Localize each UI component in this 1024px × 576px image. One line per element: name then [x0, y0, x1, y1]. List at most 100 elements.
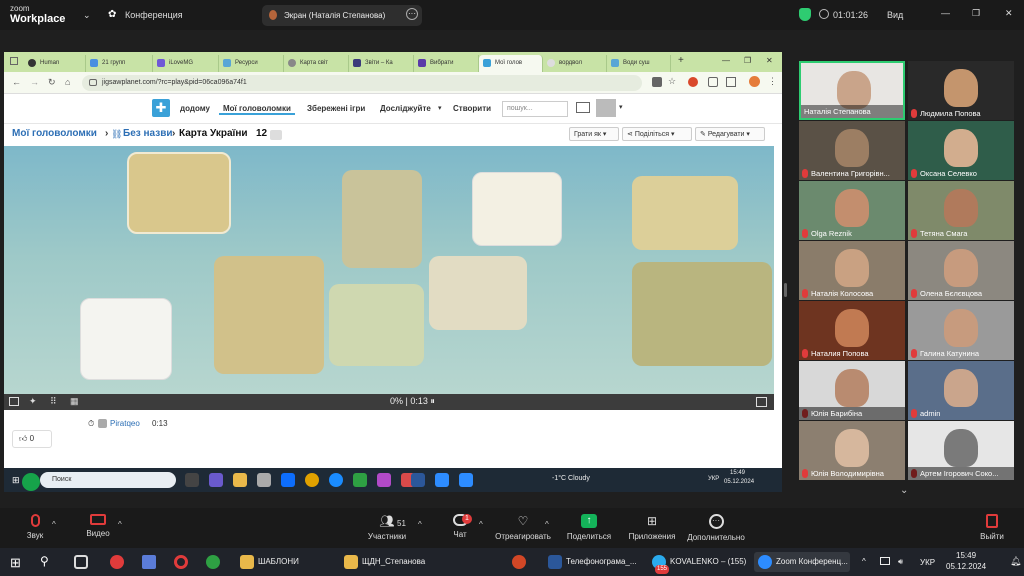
translate-icon[interactable]	[652, 77, 662, 87]
puzzle-piece[interactable]	[127, 152, 231, 234]
browser-tab[interactable]: iLoveMG	[153, 55, 219, 72]
site-info-icon[interactable]	[89, 79, 97, 86]
audio-options-icon[interactable]: ^	[52, 520, 56, 529]
app-icon[interactable]	[110, 555, 124, 569]
participant-tile[interactable]: Olga Reznik	[799, 181, 905, 240]
browser-tab[interactable]: 21 групп	[86, 55, 153, 72]
like-button[interactable]: 👍︎ 0	[12, 430, 52, 448]
input-language[interactable]: УКР	[708, 476, 719, 482]
taskbar-app[interactable]: Телефонограма_...	[544, 552, 640, 572]
security-shield-icon[interactable]	[799, 8, 811, 21]
sidebar-icon[interactable]	[726, 77, 736, 87]
url-input[interactable]: jigsawplanet.com/?rc=play&pid=06ca096a74…	[82, 75, 642, 91]
edge-pieces-icon[interactable]: ▦	[70, 396, 79, 407]
more-button[interactable]: ··· Дополнительно	[686, 514, 746, 542]
react-options-icon[interactable]: ^	[545, 520, 549, 529]
video-options-icon[interactable]: ^	[118, 520, 122, 529]
browser-tab[interactable]: Ресурси	[219, 55, 284, 72]
minimize-icon[interactable]: —	[941, 8, 950, 18]
play-as-button[interactable]: Грати як ▾	[569, 127, 619, 141]
window-close-icon[interactable]: ✕	[766, 56, 773, 65]
browser-tab[interactable]: Карта світ	[284, 55, 349, 72]
notifications-icon[interactable]: 🔔︎	[1010, 556, 1021, 567]
pause-icon[interactable]: ⏸	[430, 396, 435, 406]
participant-tile[interactable]: Тетяна Смага	[908, 181, 1014, 240]
viber-icon[interactable]	[377, 473, 391, 487]
arrange-pieces-icon[interactable]: ⠿	[50, 396, 57, 407]
taskbar-app[interactable]: ЩДН_Степанова	[340, 552, 460, 572]
participant-tile[interactable]: Наталія Колосова	[799, 241, 905, 300]
user-avatar[interactable]	[596, 99, 616, 117]
view-button[interactable]: Вид	[887, 10, 903, 20]
browser-tab[interactable]: Вибрати	[414, 55, 479, 72]
browser-menu-icon[interactable]: ⋮	[768, 76, 777, 87]
puzzle-piece[interactable]	[329, 284, 424, 366]
panel-resize-handle[interactable]	[784, 283, 787, 297]
preview-image-icon[interactable]	[9, 397, 19, 406]
participant-tile-active[interactable]: Наталія Степанова	[799, 61, 905, 120]
participant-tile[interactable]: Оксана Селевко	[908, 121, 1014, 180]
react-button[interactable]: ♡ Отреагировать	[494, 514, 552, 541]
bookmark-star-icon[interactable]: ☆	[668, 76, 676, 87]
outlook-icon[interactable]	[281, 473, 295, 487]
word-icon[interactable]	[411, 473, 425, 487]
pen-annotation-icon[interactable]	[22, 473, 40, 491]
task-view-icon[interactable]	[185, 473, 199, 487]
taskbar-search[interactable]: Поиск	[40, 472, 176, 488]
participant-tile[interactable]: Валентина Григорівн...	[799, 121, 905, 180]
copilot-icon[interactable]	[209, 473, 223, 487]
participants-options-icon[interactable]: ^	[418, 520, 422, 529]
reload-icon[interactable]: ↻	[48, 77, 56, 88]
zoom-meeting-icon[interactable]	[459, 473, 473, 487]
puzzle-piece[interactable]	[632, 176, 738, 250]
puzzle-piece[interactable]	[632, 262, 772, 366]
video-button[interactable]: Видео	[84, 514, 112, 538]
chrome-icon[interactable]	[305, 473, 319, 487]
puzzle-piece[interactable]	[214, 256, 324, 374]
nav-my-puzzles[interactable]: Мої головоломки	[219, 104, 295, 115]
profile-avatar[interactable]	[749, 76, 760, 87]
participant-tile[interactable]: Олена Бєлєвцова	[908, 241, 1014, 300]
windows-start-icon[interactable]: ⊞	[10, 555, 21, 571]
user-menu-dropdown-icon[interactable]: ▾	[619, 103, 623, 111]
task-view-icon[interactable]	[74, 555, 88, 569]
back-icon[interactable]: ←	[12, 77, 21, 87]
chat-options-icon[interactable]: ^	[479, 520, 483, 529]
nav-saved-games[interactable]: Збережені ігри	[307, 104, 365, 113]
puzzle-piece[interactable]	[80, 298, 172, 380]
tray-overflow-icon[interactable]: ^	[862, 557, 866, 566]
network-icon[interactable]	[880, 557, 890, 565]
leave-button[interactable]: Выйти	[978, 514, 1006, 541]
os-input-language[interactable]: УКР	[920, 558, 935, 567]
browser-tab[interactable]: Human	[24, 55, 86, 72]
puzzle-piece[interactable]	[342, 170, 422, 268]
more-options-icon[interactable]: ···	[406, 8, 418, 20]
puzzle-piece[interactable]	[429, 256, 527, 330]
scroll-down-icon[interactable]: ⌄	[900, 485, 908, 496]
new-tab-icon[interactable]: +	[678, 55, 684, 66]
chrome-active-icon[interactable]	[353, 473, 367, 487]
breadcrumb-folder[interactable]: Без назви	[123, 128, 173, 139]
window-restore-icon[interactable]: ❐	[744, 56, 751, 65]
file-explorer-icon[interactable]	[233, 473, 247, 487]
participant-tile[interactable]: Артем Ігорович Соко...	[908, 421, 1014, 480]
site-search-input[interactable]: пошук...	[502, 101, 568, 117]
browser-tab-active[interactable]: Мої голов	[479, 55, 543, 72]
share-status-pill[interactable]: Экран (Наталія Степанова) ···	[262, 5, 422, 26]
taskbar-app[interactable]: ШАБЛОНИ	[236, 552, 332, 572]
home-icon[interactable]: ⌂	[65, 77, 70, 87]
window-minimize-icon[interactable]: —	[722, 56, 730, 65]
player-name[interactable]: Piratqeo	[110, 419, 140, 428]
breadcrumb-my-puzzles[interactable]: Мої головоломки	[12, 128, 97, 139]
weather-widget[interactable]: -1°C Cloudy	[552, 475, 590, 482]
share-puzzle-button[interactable]: ⋖ Поділіться ▾	[622, 127, 692, 141]
browser-tab[interactable]: Води суш	[607, 55, 671, 72]
participant-tile[interactable]: Юлія Володимирівна	[799, 421, 905, 480]
browser-tab[interactable]: Звіти – Ка	[349, 55, 414, 72]
save-disk-icon[interactable]	[142, 555, 156, 569]
browser-tab[interactable]: вордвол	[543, 55, 607, 72]
apps-button[interactable]: ⊞ Приложения	[626, 514, 678, 541]
meeting-name[interactable]: Конференция	[125, 10, 183, 20]
participant-tile[interactable]: Людмила Попова	[908, 61, 1014, 120]
nav-home[interactable]: додому	[180, 104, 210, 113]
